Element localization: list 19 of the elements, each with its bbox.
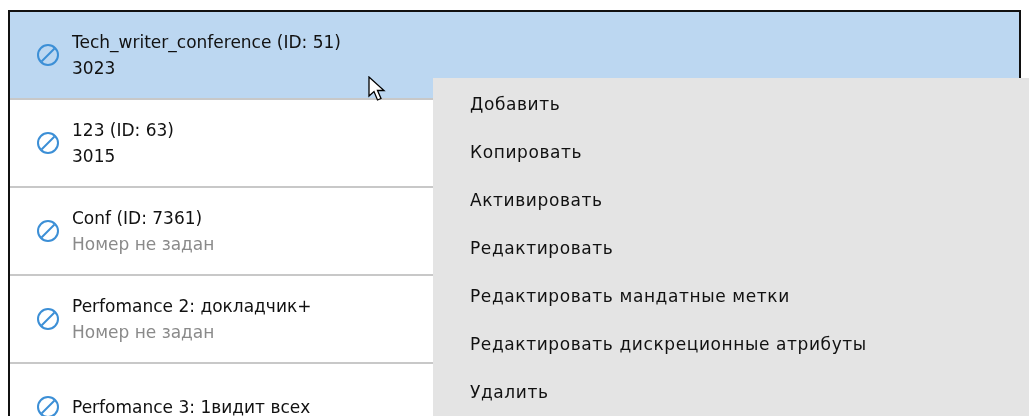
disabled-circle-icon: [36, 307, 60, 331]
menu-item[interactable]: Копировать: [433, 132, 1029, 180]
conference-title: Tech_writer_conference (ID: 51): [72, 31, 341, 55]
conference-title: Perfomance 2: докладчик+: [72, 295, 312, 318]
disabled-circle-icon: [36, 219, 60, 243]
menu-item[interactable]: Редактировать: [433, 228, 1029, 276]
conference-number: 3023: [72, 57, 117, 80]
number-not-set-text: Номер не задан: [72, 233, 215, 256]
menu-item[interactable]: Редактировать мандатные метки: [433, 276, 1029, 324]
menu-item[interactable]: Удалить: [433, 372, 1029, 416]
conference-title: Conf (ID: 7361): [72, 207, 204, 230]
menu-item[interactable]: Активировать: [433, 180, 1029, 228]
menu-item[interactable]: Редактировать дискреционные атрибуты: [433, 324, 1029, 372]
disabled-circle-icon: [36, 43, 60, 67]
conference-title: 123 (ID: 63): [72, 119, 174, 142]
conference-number: 3015: [72, 145, 117, 168]
number-not-set-text: Номер не задан: [72, 321, 216, 344]
disabled-circle-icon: [36, 131, 60, 155]
conference-title: Perfomance 3: 1видит всех: [72, 396, 311, 416]
